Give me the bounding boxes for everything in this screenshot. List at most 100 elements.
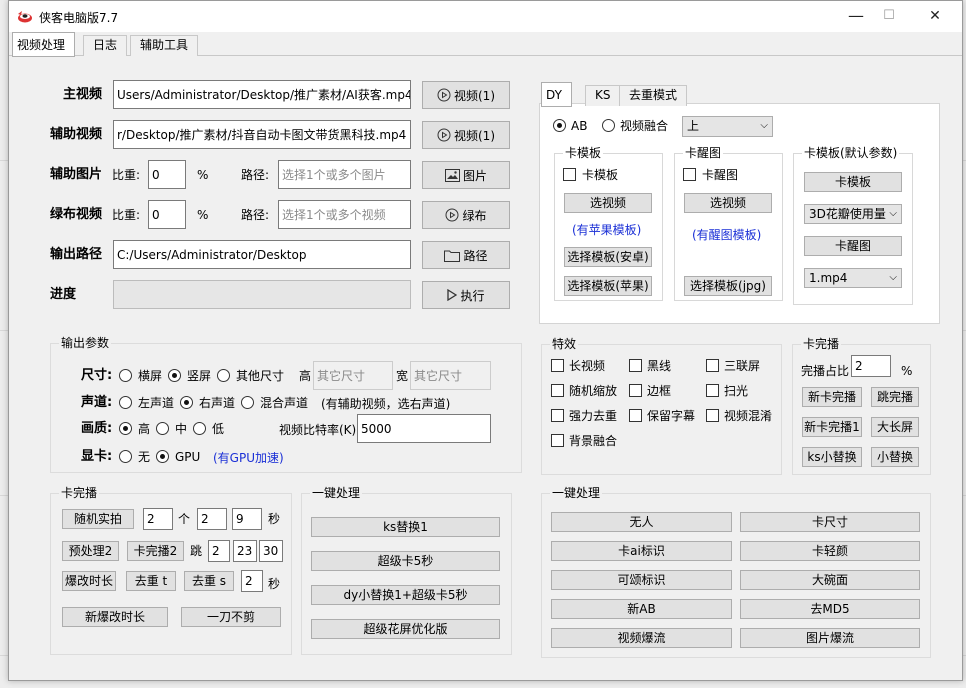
effect-keep-subtitle-checkbox[interactable]: [629, 409, 642, 422]
video-viral-button[interactable]: 视频爆流: [551, 628, 732, 648]
effect-long-video-checkbox[interactable]: [551, 359, 564, 372]
effect-bg-fusion-checkbox[interactable]: [551, 434, 564, 447]
size-landscape-radio[interactable]: [119, 369, 132, 382]
kawb-ratio-input[interactable]: 2: [851, 355, 891, 377]
main-video-label: 主视频: [63, 87, 103, 102]
super-ka5s-button[interactable]: 超级卡5秒: [311, 551, 500, 571]
random-real-shot-button[interactable]: 随机实拍: [62, 509, 134, 529]
effect-border-checkbox[interactable]: [629, 384, 642, 397]
green-button[interactable]: 绿布: [422, 201, 510, 229]
aux-video-label: 辅助视频: [50, 127, 103, 142]
maximize-button[interactable]: ☐: [869, 5, 909, 29]
gpu-on-radio[interactable]: [156, 450, 169, 463]
kamb-default-select[interactable]: 3D花瓣使用量 ⌵: [804, 204, 902, 224]
ka-light-color-button[interactable]: 卡轻颜: [740, 541, 920, 561]
mode-ab-radio[interactable]: [553, 119, 566, 132]
quality-high-radio[interactable]: [119, 422, 132, 435]
mode-position-select[interactable]: 上 ⌵: [682, 116, 773, 137]
close-button[interactable]: ✕: [915, 5, 955, 29]
dedup-s-button[interactable]: 去重 s: [184, 571, 234, 591]
effect-video-obfuscate-checkbox[interactable]: [706, 409, 719, 422]
bitrate-input[interactable]: 5000: [357, 414, 491, 443]
tab-dy[interactable]: DY: [541, 82, 572, 107]
main-video-button[interactable]: 视频(1): [422, 81, 510, 109]
dy-small-replace-ka5s-button[interactable]: dy小替换1+超级卡5秒: [311, 585, 500, 605]
aux-video-button[interactable]: 视频(1): [422, 121, 510, 149]
tab-ks[interactable]: KS: [585, 85, 621, 106]
skip-kawb-button[interactable]: 跳完播: [871, 387, 919, 407]
audio-right-label: 右声道: [199, 396, 236, 410]
aux-image-ratio-input[interactable]: 0: [148, 160, 186, 189]
kamb-android-button[interactable]: 选择模板(安卓): [564, 247, 652, 267]
preprocess2-button[interactable]: 预处理2: [62, 541, 119, 561]
kamb-apple-button[interactable]: 选择模板(苹果): [564, 276, 652, 296]
size-other-radio[interactable]: [217, 369, 230, 382]
ka-ai-label-button[interactable]: 卡ai标识: [551, 541, 732, 561]
kawb2-button[interactable]: 卡完播2: [127, 541, 184, 561]
dedup-s-input[interactable]: 2: [241, 570, 263, 592]
quality-low-radio[interactable]: [193, 422, 206, 435]
aux-image-path-input[interactable]: 选择1个或多个图片: [278, 160, 411, 189]
ks-small-replace-button[interactable]: ks小替换: [802, 447, 862, 467]
jump-input-1[interactable]: 2: [208, 540, 230, 562]
random-max-input[interactable]: 9: [232, 508, 262, 530]
width-input[interactable]: 其它尺寸: [410, 361, 491, 390]
ka-size-button[interactable]: 卡尺寸: [740, 512, 920, 532]
small-replace-button[interactable]: 小替换: [871, 447, 919, 467]
kaxt-select-video-button[interactable]: 选视频: [684, 193, 772, 213]
green-ratio-input[interactable]: 0: [148, 200, 186, 229]
execute-button[interactable]: 执行: [422, 281, 510, 309]
effect-strong-dedup-checkbox[interactable]: [551, 409, 564, 422]
mode-fusion-radio[interactable]: [602, 119, 615, 132]
big-bowl-noodle-button[interactable]: 大碗面: [740, 570, 920, 590]
quality-mid-radio[interactable]: [156, 422, 169, 435]
gpu-none-radio[interactable]: [119, 450, 132, 463]
kamb-checkbox[interactable]: [563, 168, 576, 181]
kaxt-checkbox[interactable]: [683, 168, 696, 181]
effect-sweep-checkbox[interactable]: [706, 384, 719, 397]
image-button[interactable]: 图片: [422, 161, 510, 189]
super-glitch-opt-button[interactable]: 超级花屏优化版: [311, 619, 500, 639]
path-button[interactable]: 路径: [422, 241, 510, 269]
croissant-label-button[interactable]: 可颂标识: [551, 570, 732, 590]
kawb-ratio-label: 完播占比: [801, 364, 850, 378]
image-viral-button[interactable]: 图片爆流: [740, 628, 920, 648]
random-min-input[interactable]: 2: [197, 508, 227, 530]
new-burst-duration-button[interactable]: 新爆改时长: [62, 607, 168, 627]
kamb-default-button[interactable]: 卡模板: [804, 172, 902, 192]
effect-triple-screen-checkbox[interactable]: [706, 359, 719, 372]
kaxt-jpg-button[interactable]: 选择模板(jpg): [684, 276, 772, 296]
tab-log[interactable]: 日志: [83, 35, 128, 56]
audio-left-radio[interactable]: [119, 396, 132, 409]
tab-video-process[interactable]: 视频处理: [12, 32, 76, 57]
tab-aux-tools[interactable]: 辅助工具: [130, 35, 199, 56]
new-kawb1-button[interactable]: 新卡完播1: [802, 417, 862, 437]
tab-dedup-mode[interactable]: 去重模式: [619, 85, 688, 106]
aux-video-path[interactable]: r/Desktop/推广素材/抖音自动卡图文带货黑科技.mp4: [113, 120, 411, 149]
no-cut-button[interactable]: 一刀不剪: [181, 607, 281, 627]
height-input[interactable]: 其它尺寸: [313, 361, 393, 390]
play-circle-icon: [437, 88, 451, 102]
remove-md5-button[interactable]: 去MD5: [740, 599, 920, 619]
dedup-t-button[interactable]: 去重 t: [126, 571, 176, 591]
kaxt-default-select[interactable]: 1.mp4 ⌵: [804, 268, 902, 288]
kamb-select-video-button[interactable]: 选视频: [564, 193, 652, 213]
effect-black-line-checkbox[interactable]: [629, 359, 642, 372]
output-path-input[interactable]: C:/Users/Administrator/Desktop: [113, 240, 411, 269]
effect-random-zoom-checkbox[interactable]: [551, 384, 564, 397]
ks-replace1-button[interactable]: ks替换1: [311, 517, 500, 537]
jump-input-2[interactable]: 23: [233, 540, 257, 562]
new-ab-button[interactable]: 新AB: [551, 599, 732, 619]
green-path-input[interactable]: 选择1个或多个视频: [278, 200, 411, 229]
burst-duration-button[interactable]: 爆改时长: [62, 571, 116, 591]
jump-input-3[interactable]: 30: [259, 540, 283, 562]
size-portrait-radio[interactable]: [168, 369, 181, 382]
main-video-path[interactable]: Users/Administrator/Desktop/推广素材/AI获客.mp…: [113, 80, 411, 109]
audio-right-radio[interactable]: [180, 396, 193, 409]
audio-mix-radio[interactable]: [241, 396, 254, 409]
big-long-screen-button[interactable]: 大长屏: [871, 417, 919, 437]
unmanned-button[interactable]: 无人: [551, 512, 732, 532]
random-count-input[interactable]: 2: [143, 508, 173, 530]
new-kawb-button[interactable]: 新卡完播: [802, 387, 862, 407]
kaxt-default-button[interactable]: 卡醒图: [804, 236, 902, 256]
